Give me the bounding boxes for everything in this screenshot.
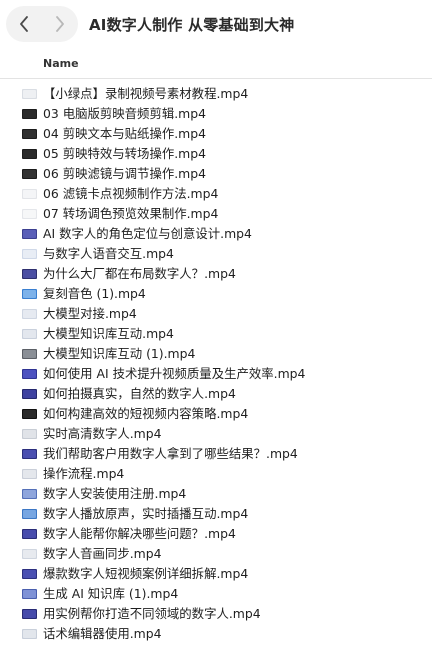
file-row[interactable]: 数字人安装使用注册.mp4 bbox=[0, 484, 432, 504]
file-name: 话术编辑器使用.mp4 bbox=[43, 626, 162, 641]
video-file-icon bbox=[22, 549, 37, 559]
video-file-icon bbox=[22, 569, 37, 579]
navigation-buttons bbox=[6, 6, 78, 42]
file-name: 05 剪映特效与转场操作.mp4 bbox=[43, 146, 206, 161]
file-name: 03 电脑版剪映音频剪辑.mp4 bbox=[43, 106, 206, 121]
file-row[interactable]: 用实例帮你打造不同领域的数字人.mp4 bbox=[0, 604, 432, 624]
video-file-icon bbox=[22, 589, 37, 599]
video-file-icon bbox=[22, 189, 37, 199]
file-row[interactable]: 如何构建高效的短视频内容策略.mp4 bbox=[0, 404, 432, 424]
file-name: 我们帮助客户用数字人拿到了哪些结果？.mp4 bbox=[43, 446, 298, 461]
video-file-icon bbox=[22, 609, 37, 619]
video-file-icon bbox=[22, 169, 37, 179]
file-name: 06 滤镜卡点视频制作方法.mp4 bbox=[43, 186, 219, 201]
back-button[interactable] bbox=[6, 6, 42, 42]
video-file-icon bbox=[22, 89, 37, 99]
video-file-icon bbox=[22, 509, 37, 519]
file-name: 【小绿点】录制视频号素材教程.mp4 bbox=[43, 86, 249, 101]
file-row[interactable]: 大模型知识库互动.mp4 bbox=[0, 324, 432, 344]
file-list: 【小绿点】录制视频号素材教程.mp4 03 电脑版剪映音频剪辑.mp4 04 剪映文… bbox=[0, 84, 432, 644]
file-name: 07 转场调色预览效果制作.mp4 bbox=[43, 206, 219, 221]
video-file-icon bbox=[22, 409, 37, 419]
file-row[interactable]: 数字人能帮你解决哪些问题？.mp4 bbox=[0, 524, 432, 544]
file-row[interactable]: 如何使用 AI 技术提升视频质量及生产效率.mp4 bbox=[0, 364, 432, 384]
file-row[interactable]: 如何拍摄真实，自然的数字人.mp4 bbox=[0, 384, 432, 404]
file-name: 操作流程.mp4 bbox=[43, 466, 125, 481]
video-file-icon bbox=[22, 269, 37, 279]
file-row[interactable]: 05 剪映特效与转场操作.mp4 bbox=[0, 144, 432, 164]
file-row[interactable]: 03 电脑版剪映音频剪辑.mp4 bbox=[0, 104, 432, 124]
file-name: 爆款数字人短视频案例详细拆解.mp4 bbox=[43, 566, 249, 581]
file-name: 大模型知识库互动 (1).mp4 bbox=[43, 346, 196, 361]
file-name: 数字人安装使用注册.mp4 bbox=[43, 486, 187, 501]
video-file-icon bbox=[22, 389, 37, 399]
chevron-right-icon bbox=[55, 16, 65, 32]
file-name: 大模型对接.mp4 bbox=[43, 306, 137, 321]
file-row[interactable]: 爆款数字人短视频案例详细拆解.mp4 bbox=[0, 564, 432, 584]
file-row[interactable]: 【小绿点】录制视频号素材教程.mp4 bbox=[0, 84, 432, 104]
file-row[interactable]: 话术编辑器使用.mp4 bbox=[0, 624, 432, 644]
forward-button[interactable] bbox=[42, 6, 78, 42]
file-name: 如何构建高效的短视频内容策略.mp4 bbox=[43, 406, 249, 421]
file-row[interactable]: 07 转场调色预览效果制作.mp4 bbox=[0, 204, 432, 224]
file-name: 用实例帮你打造不同领域的数字人.mp4 bbox=[43, 606, 261, 621]
video-file-icon bbox=[22, 109, 37, 119]
file-name: 数字人能帮你解决哪些问题？.mp4 bbox=[43, 526, 236, 541]
file-row[interactable]: 复刻音色 (1).mp4 bbox=[0, 284, 432, 304]
file-name: 06 剪映滤镜与调节操作.mp4 bbox=[43, 166, 206, 181]
file-row[interactable]: 大模型对接.mp4 bbox=[0, 304, 432, 324]
video-file-icon bbox=[22, 429, 37, 439]
file-row[interactable]: 04 剪映文本与贴纸操作.mp4 bbox=[0, 124, 432, 144]
file-row[interactable]: 我们帮助客户用数字人拿到了哪些结果？.mp4 bbox=[0, 444, 432, 464]
file-name: 数字人音画同步.mp4 bbox=[43, 546, 162, 561]
file-row[interactable]: 06 剪映滤镜与调节操作.mp4 bbox=[0, 164, 432, 184]
file-row[interactable]: 操作流程.mp4 bbox=[0, 464, 432, 484]
video-file-icon bbox=[22, 229, 37, 239]
video-file-icon bbox=[22, 129, 37, 139]
file-name: AI 数字人的角色定位与创意设计.mp4 bbox=[43, 226, 252, 241]
file-row[interactable]: 实时高清数字人.mp4 bbox=[0, 424, 432, 444]
video-file-icon bbox=[22, 329, 37, 339]
finder-window: AI数字人制作 从零基础到大神 Name 【小绿点】录制视频号素材教程.mp4 0… bbox=[0, 0, 432, 659]
file-row[interactable]: 06 滤镜卡点视频制作方法.mp4 bbox=[0, 184, 432, 204]
video-file-icon bbox=[22, 209, 37, 219]
file-name: 复刻音色 (1).mp4 bbox=[43, 286, 146, 301]
title-bar: AI数字人制作 从零基础到大神 bbox=[0, 0, 432, 50]
video-file-icon bbox=[22, 629, 37, 639]
file-name: 数字人播放原声，实时插播互动.mp4 bbox=[43, 506, 249, 521]
column-header[interactable]: Name bbox=[0, 52, 432, 79]
file-name: 与数字人语音交互.mp4 bbox=[43, 246, 174, 261]
file-row[interactable]: 与数字人语音交互.mp4 bbox=[0, 244, 432, 264]
window-title: AI数字人制作 从零基础到大神 bbox=[89, 16, 295, 34]
file-row[interactable]: 数字人音画同步.mp4 bbox=[0, 544, 432, 564]
video-file-icon bbox=[22, 489, 37, 499]
video-file-icon bbox=[22, 149, 37, 159]
file-name: 为什么大厂都在布局数字人？.mp4 bbox=[43, 266, 236, 281]
file-row[interactable]: 大模型知识库互动 (1).mp4 bbox=[0, 344, 432, 364]
video-file-icon bbox=[22, 449, 37, 459]
video-file-icon bbox=[22, 369, 37, 379]
chevron-left-icon bbox=[19, 16, 29, 32]
video-file-icon bbox=[22, 469, 37, 479]
video-file-icon bbox=[22, 529, 37, 539]
file-name: 04 剪映文本与贴纸操作.mp4 bbox=[43, 126, 206, 141]
file-row[interactable]: 数字人播放原声，实时插播互动.mp4 bbox=[0, 504, 432, 524]
video-file-icon bbox=[22, 249, 37, 259]
file-name: 大模型知识库互动.mp4 bbox=[43, 326, 174, 341]
file-name: 生成 AI 知识库 (1).mp4 bbox=[43, 586, 179, 601]
file-row[interactable]: AI 数字人的角色定位与创意设计.mp4 bbox=[0, 224, 432, 244]
file-row[interactable]: 为什么大厂都在布局数字人？.mp4 bbox=[0, 264, 432, 284]
video-file-icon bbox=[22, 289, 37, 299]
column-header-name[interactable]: Name bbox=[43, 57, 79, 70]
video-file-icon bbox=[22, 349, 37, 359]
file-name: 实时高清数字人.mp4 bbox=[43, 426, 162, 441]
file-name: 如何拍摄真实，自然的数字人.mp4 bbox=[43, 386, 236, 401]
file-name: 如何使用 AI 技术提升视频质量及生产效率.mp4 bbox=[43, 366, 306, 381]
video-file-icon bbox=[22, 309, 37, 319]
file-row[interactable]: 生成 AI 知识库 (1).mp4 bbox=[0, 584, 432, 604]
